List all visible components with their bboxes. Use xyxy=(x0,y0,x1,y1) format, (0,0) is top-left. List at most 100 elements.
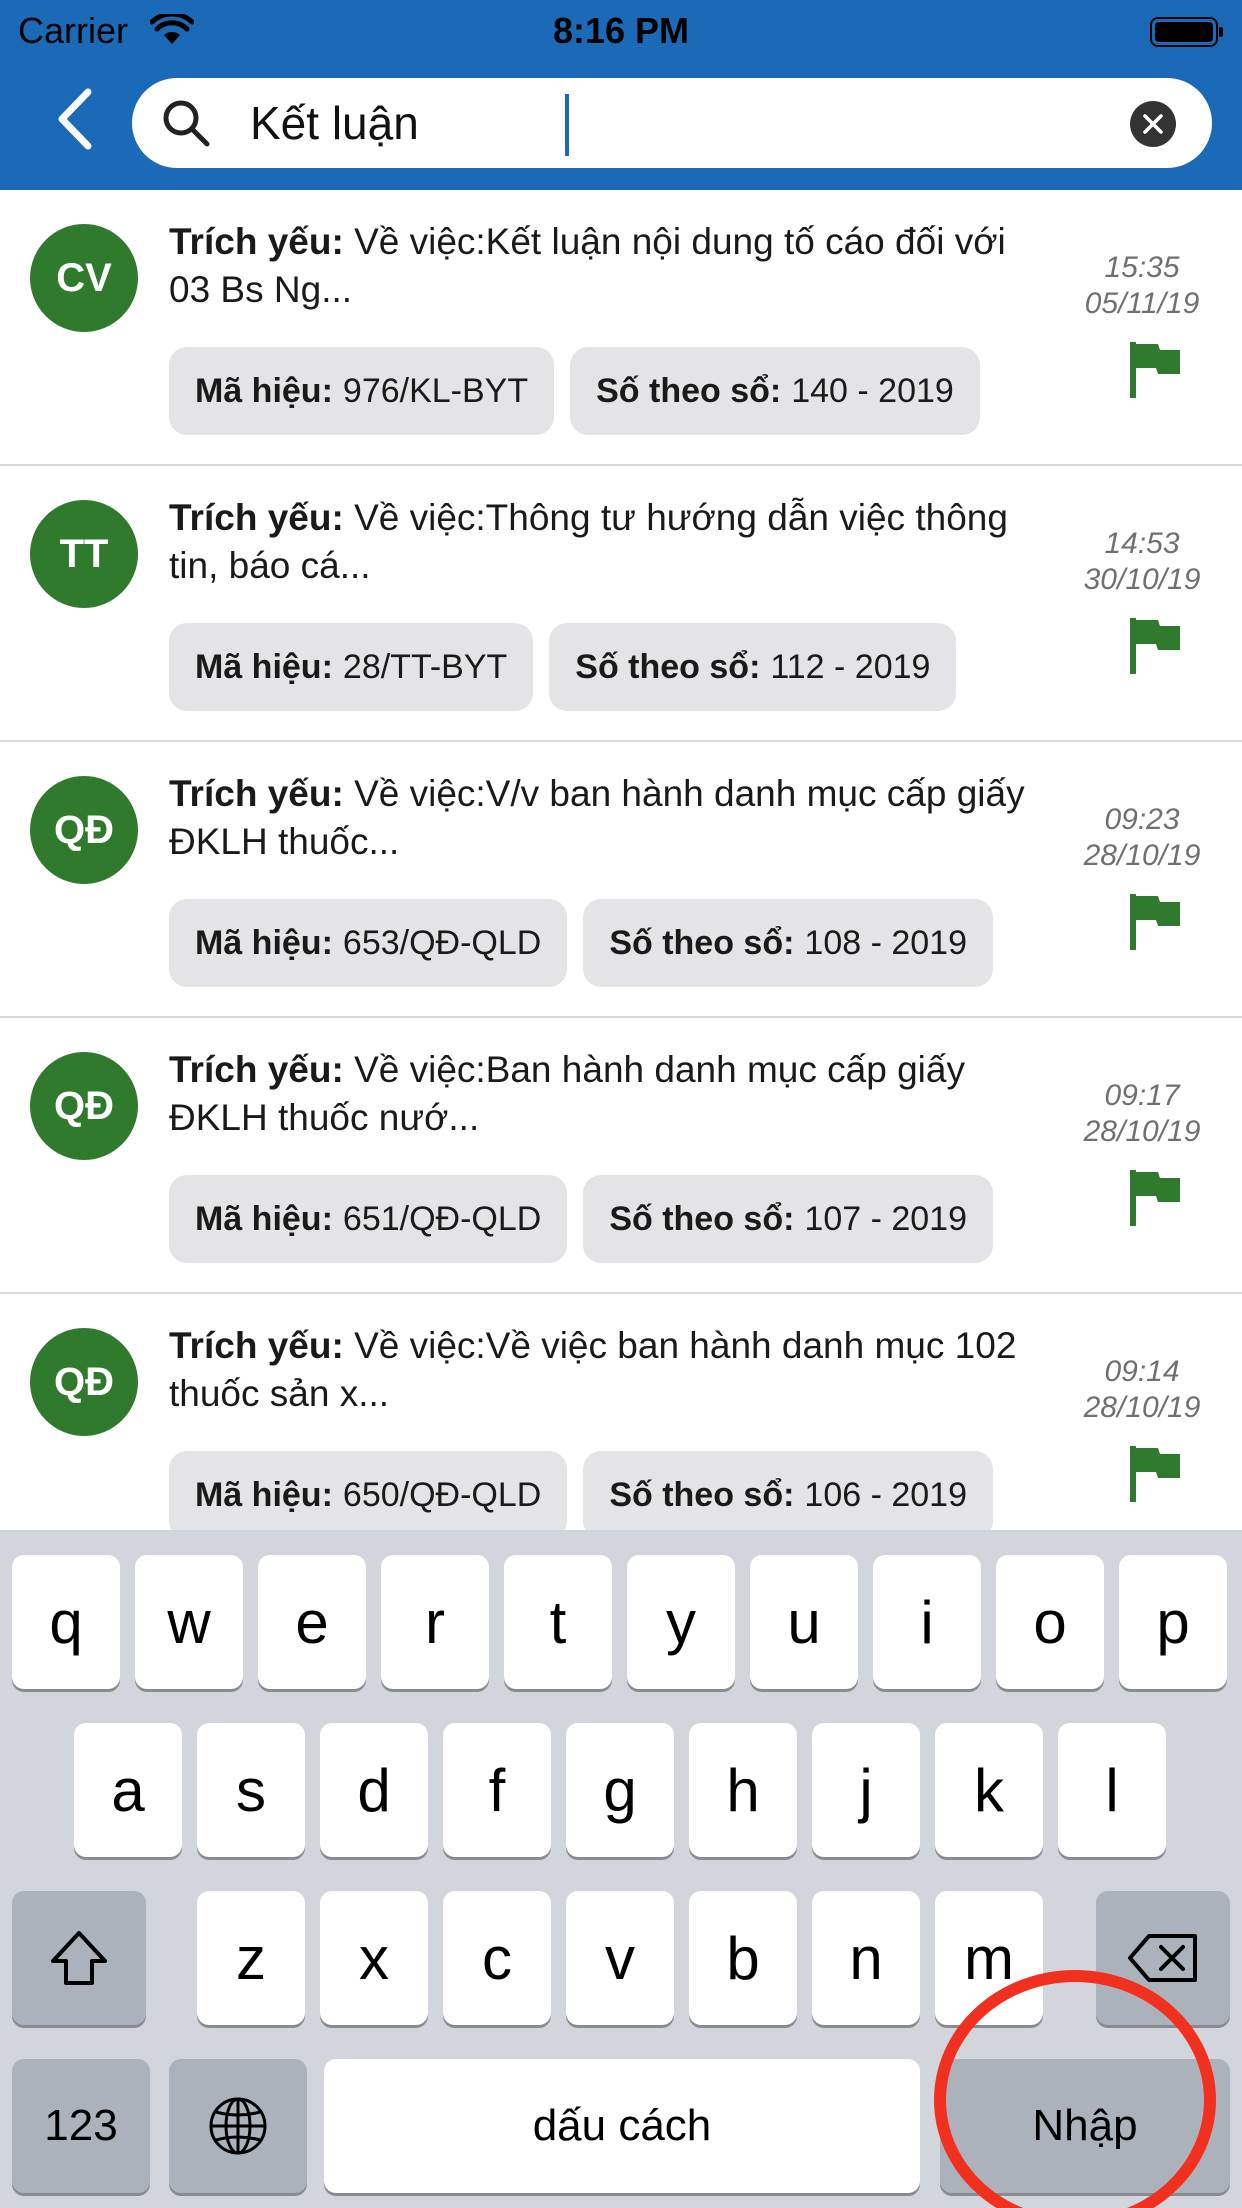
time-text: 15:35 xyxy=(1104,251,1180,284)
key-u[interactable]: u xyxy=(750,1555,858,1689)
document-summary: Trích yếu: Về việc:V/v ban hành danh mục… xyxy=(169,770,1049,866)
timestamp: 09:14 28/10/19 xyxy=(1072,1354,1212,1426)
tag-group: Mã hiệu: 653/QĐ-QLD Số theo sổ: 108 - 2019 xyxy=(169,899,994,987)
key-a[interactable]: a xyxy=(74,1723,182,1857)
number-label: Số theo sổ: xyxy=(596,371,782,410)
key-e[interactable]: e xyxy=(258,1555,366,1689)
delete-icon xyxy=(1128,1934,1197,1982)
list-item[interactable]: QĐ Trích yếu: Về việc:Ban hành danh mục … xyxy=(0,1018,1242,1294)
code-tag: Mã hiệu: 653/QĐ-QLD xyxy=(169,899,568,987)
number-tag: Số theo sổ: 140 - 2019 xyxy=(570,347,980,435)
tag-group: Mã hiệu: 28/TT-BYT Số theo sổ: 112 - 2019 xyxy=(169,623,957,711)
timestamp: 15:35 05/11/19 xyxy=(1072,250,1212,322)
key-m[interactable]: m xyxy=(935,1891,1043,2025)
key-k[interactable]: k xyxy=(935,1723,1043,1857)
globe-icon xyxy=(209,2097,267,2155)
key-j[interactable]: j xyxy=(812,1723,920,1857)
key-g[interactable]: g xyxy=(566,1723,674,1857)
search-input[interactable] xyxy=(250,88,1070,158)
tag-group: Mã hiệu: 651/QĐ-QLD Số theo sổ: 107 - 2019 xyxy=(169,1175,994,1263)
code-tag: Mã hiệu: 28/TT-BYT xyxy=(169,623,534,711)
avatar: QĐ xyxy=(30,1328,138,1436)
time-text: 09:14 xyxy=(1104,1355,1180,1388)
list-item[interactable]: QĐ Trích yếu: Về việc:Về việc ban hành d… xyxy=(0,1294,1242,1530)
tag-group: Mã hiệu: 650/QĐ-QLD Số theo sổ: 106 - 2019 xyxy=(169,1451,994,1530)
number-value: 112 - 2019 xyxy=(770,647,931,686)
key-t[interactable]: t xyxy=(504,1555,612,1689)
timestamp: 09:23 28/10/19 xyxy=(1072,802,1212,874)
key-d[interactable]: d xyxy=(320,1723,428,1857)
code-label: Mã hiệu: xyxy=(195,1475,333,1514)
document-summary: Trích yếu: Về việc:Kết luận nội dung tố … xyxy=(169,218,1049,314)
timestamp: 09:17 28/10/19 xyxy=(1072,1078,1212,1150)
key-y[interactable]: y xyxy=(627,1555,735,1689)
number-tag: Số theo sổ: 106 - 2019 xyxy=(583,1451,994,1530)
date-text: 05/11/19 xyxy=(1084,287,1200,320)
text-cursor xyxy=(565,94,569,156)
key-s[interactable]: s xyxy=(197,1723,305,1857)
code-value: 28/TT-BYT xyxy=(342,647,508,686)
globe-key[interactable] xyxy=(169,2059,307,2193)
shift-key[interactable] xyxy=(12,1891,146,2025)
status-bar: Carrier 8:16 PM xyxy=(0,0,1242,62)
flag-icon[interactable] xyxy=(1128,340,1182,400)
key-v[interactable]: v xyxy=(566,1891,674,2025)
key-z[interactable]: z xyxy=(197,1891,305,2025)
number-label: Số theo sổ: xyxy=(609,923,795,962)
key-p[interactable]: p xyxy=(1119,1555,1227,1689)
number-tag: Số theo sổ: 108 - 2019 xyxy=(583,899,994,987)
code-tag: Mã hiệu: 650/QĐ-QLD xyxy=(169,1451,568,1530)
key-b[interactable]: b xyxy=(689,1891,797,2025)
key-i[interactable]: i xyxy=(873,1555,981,1689)
keyboard: q w e r t y u i o p a s d f g h j k l z … xyxy=(0,1530,1242,2208)
date-text: 28/10/19 xyxy=(1083,1115,1201,1148)
delete-key[interactable] xyxy=(1096,1891,1230,2025)
app-header: Carrier 8:16 PM xyxy=(0,0,1242,190)
battery-icon xyxy=(1150,17,1223,47)
key-n[interactable]: n xyxy=(812,1891,920,2025)
avatar: TT xyxy=(30,500,138,608)
key-h[interactable]: h xyxy=(689,1723,797,1857)
shift-icon xyxy=(51,1931,107,1985)
code-tag: Mã hiệu: 651/QĐ-QLD xyxy=(169,1175,568,1263)
flag-icon[interactable] xyxy=(1128,1168,1182,1228)
search-bar[interactable] xyxy=(132,78,1212,168)
key-w[interactable]: w xyxy=(135,1555,243,1689)
code-value: 650/QĐ-QLD xyxy=(342,1475,542,1514)
document-list: CV Trích yếu: Về việc:Kết luận nội dung … xyxy=(0,190,1242,1530)
list-item[interactable]: QĐ Trích yếu: Về việc:V/v ban hành danh … xyxy=(0,742,1242,1018)
key-f[interactable]: f xyxy=(443,1723,551,1857)
flag-icon[interactable] xyxy=(1128,1444,1182,1504)
key-q[interactable]: q xyxy=(12,1555,120,1689)
time-text: 14:53 xyxy=(1104,527,1180,560)
clear-search-button[interactable] xyxy=(1130,101,1176,147)
back-button[interactable] xyxy=(44,86,104,152)
document-summary: Trích yếu: Về việc:Về việc ban hành danh… xyxy=(169,1322,1049,1418)
key-r[interactable]: r xyxy=(381,1555,489,1689)
flag-icon[interactable] xyxy=(1128,892,1182,952)
space-key[interactable]: dấu cách xyxy=(324,2059,920,2193)
key-o[interactable]: o xyxy=(996,1555,1104,1689)
number-value: 140 - 2019 xyxy=(791,371,954,410)
search-icon xyxy=(163,100,210,147)
key-l[interactable]: l xyxy=(1058,1723,1166,1857)
number-value: 108 - 2019 xyxy=(804,923,968,962)
key-x[interactable]: x xyxy=(320,1891,428,2025)
summary-label: Trích yếu: xyxy=(169,497,344,538)
key-c[interactable]: c xyxy=(443,1891,551,2025)
document-summary: Trích yếu: Về việc:Ban hành danh mục cấp… xyxy=(169,1046,1049,1142)
flag-icon[interactable] xyxy=(1128,616,1182,676)
date-text: 28/10/19 xyxy=(1083,1391,1201,1424)
list-item[interactable]: TT Trích yếu: Về việc:Thông tư hướng dẫn… xyxy=(0,466,1242,742)
status-time: 8:16 PM xyxy=(552,10,690,51)
avatar: QĐ xyxy=(30,776,138,884)
numbers-key[interactable]: 123 xyxy=(12,2059,150,2193)
number-label: Số theo sổ: xyxy=(575,647,761,686)
avatar: CV xyxy=(30,224,138,332)
tag-group: Mã hiệu: 976/KL-BYT Số theo sổ: 140 - 2019 xyxy=(169,347,980,435)
timestamp: 14:53 30/10/19 xyxy=(1072,526,1212,598)
return-key[interactable]: Nhập xyxy=(940,2059,1230,2193)
code-value: 651/QĐ-QLD xyxy=(342,1199,542,1238)
summary-label: Trích yếu: xyxy=(169,773,344,814)
list-item[interactable]: CV Trích yếu: Về việc:Kết luận nội dung … xyxy=(0,190,1242,466)
